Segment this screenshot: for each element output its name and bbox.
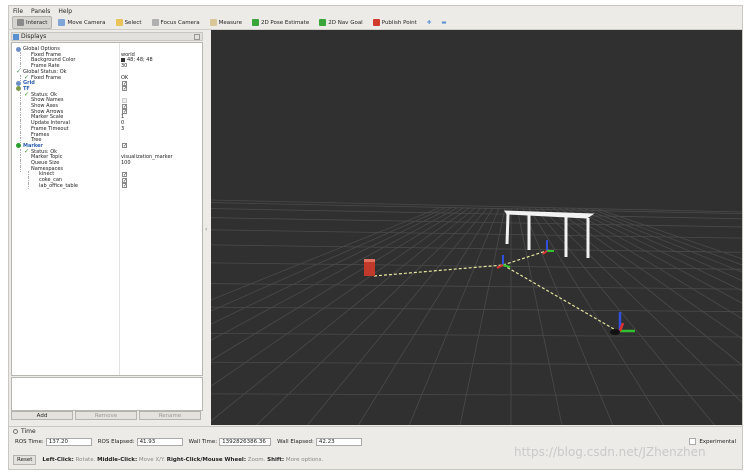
tool-move-camera[interactable]: Move Camera <box>54 17 109 28</box>
publish-point-icon <box>372 19 380 26</box>
check-icon: ✓ <box>24 73 30 81</box>
tool-focus-camera[interactable]: Focus Camera <box>148 17 204 28</box>
time-panel-header: Time <box>9 426 742 436</box>
pose-estimate-icon <box>251 19 259 26</box>
scene-render[interactable] <box>0 30 749 466</box>
display-description-box <box>11 377 203 411</box>
tool-label: Select <box>124 19 142 26</box>
move-camera-icon <box>58 19 66 26</box>
experimental-label: Experimental <box>699 438 736 445</box>
rviz-window: File Panels Help Interact Move Camera Sele… <box>0 5 749 470</box>
ros-time-label: ROS Time: <box>15 439 44 445</box>
nav-goal-icon <box>319 19 327 26</box>
check-icon: ✓ <box>24 147 30 155</box>
experimental-checkbox[interactable] <box>689 438 697 445</box>
wall-time-label: Wall Time: <box>188 439 218 445</box>
close-panel-icon[interactable] <box>194 34 200 40</box>
ros-elapsed-label: ROS Elapsed: <box>97 439 135 445</box>
tool-select[interactable]: Select <box>112 17 146 28</box>
tool-publish-point[interactable]: Publish Point <box>369 17 421 28</box>
experimental-toggle[interactable]: Experimental <box>689 438 736 445</box>
remove-button[interactable]: Remove <box>75 411 137 420</box>
menu-help[interactable]: Help <box>58 8 72 15</box>
menu-panels[interactable]: Panels <box>31 8 50 15</box>
select-icon <box>115 19 123 26</box>
reset-button[interactable]: Reset <box>13 455 37 465</box>
display-row[interactable]: lab_office_table ✓ <box>12 182 202 189</box>
display-row-name: lab_office_table <box>39 182 79 189</box>
tool-bar: Interact Move Camera Select Focus Camera Mea… <box>9 16 742 30</box>
wall-elapsed-field[interactable]: 42.23 <box>315 438 362 446</box>
ros-time-field[interactable]: 137.20 <box>45 438 92 446</box>
tool-label: Focus Camera <box>160 19 200 26</box>
displays-tree[interactable]: Global Options Fixed Frame world Background… <box>11 42 203 376</box>
tool-label: Move Camera <box>67 19 106 26</box>
watermark-text: https://blog.csdn.net/JZhenzhen <box>514 445 706 459</box>
time-title: Time <box>21 428 36 435</box>
measure-icon <box>209 19 217 26</box>
check-icon: ✓ <box>16 67 22 75</box>
panel-splitter-handle[interactable]: ‹ <box>205 226 209 234</box>
tool-label: 2D Pose Estimate <box>260 19 310 26</box>
menu-file[interactable]: File <box>13 8 23 15</box>
ros-elapsed-field[interactable]: 41.93 <box>136 438 183 446</box>
tool-pose-estimate[interactable]: 2D Pose Estimate <box>248 17 313 28</box>
add-button[interactable]: Add <box>11 411 73 420</box>
wall-elapsed-label: Wall Elapsed: <box>277 439 314 445</box>
interact-icon <box>17 19 24 26</box>
displays-title: Displays <box>21 33 47 40</box>
menu-bar: File Panels Help <box>9 6 742 16</box>
mouse-hint: Left-Click: Rotate. Middle-Click: Move X… <box>42 457 324 463</box>
3d-viewport[interactable] <box>0 30 749 466</box>
tool-nav-goal[interactable]: 2D Nav Goal <box>315 17 367 28</box>
displays-icon <box>13 34 19 40</box>
check-icon: ✓ <box>24 90 30 98</box>
plus-icon[interactable]: ✚ <box>423 17 436 28</box>
tree-guide-line <box>28 182 29 189</box>
tool-measure[interactable]: Measure <box>206 17 246 28</box>
tool-label: Measure <box>218 19 242 26</box>
tool-label: Publish Point <box>381 19 417 26</box>
tool-label: 2D Nav Goal <box>328 19 363 26</box>
focus-camera-icon <box>151 19 159 26</box>
color-swatch <box>121 57 125 62</box>
coke-can-marker <box>364 259 375 276</box>
displays-buttons: Add Remove Rename <box>11 411 203 421</box>
tool-label: Interact <box>26 19 48 26</box>
enabled-checkbox[interactable]: ✓ <box>122 183 127 189</box>
view-menu-icon[interactable]: ▬ <box>437 17 450 28</box>
wall-time-field[interactable]: 1392826386.36 <box>219 438 272 446</box>
time-icon <box>13 429 18 434</box>
tool-interact[interactable]: Interact <box>12 16 53 29</box>
rename-button[interactable]: Rename <box>139 411 201 420</box>
displays-panel-header: Displays <box>11 32 203 41</box>
